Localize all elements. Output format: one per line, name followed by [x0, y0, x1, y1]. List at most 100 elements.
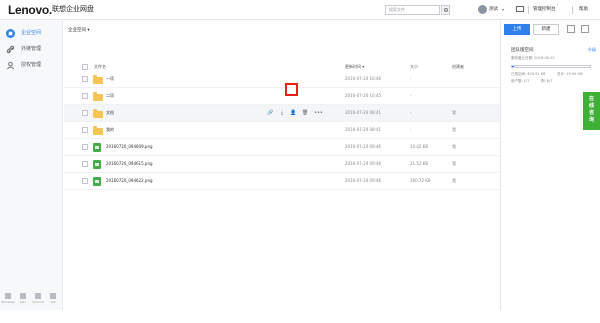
file-date: 2016-07-20 16:46 — [345, 76, 382, 81]
sidebar-item-enterprise-space[interactable]: 企业空间 — [0, 27, 63, 41]
file-size: - — [410, 76, 412, 81]
row-checkbox[interactable] — [82, 178, 88, 184]
right-panel: 上传 新建 团队版空间 升级 服务截止日期: 2016-09-20 已用空间: … — [500, 21, 600, 310]
file-name[interactable]: 我的 — [106, 127, 114, 133]
table-row[interactable]: 20160720_094615.png 2016-07-20 09:46 21.52… — [64, 156, 500, 173]
folder-icon — [93, 109, 103, 118]
sidebar-item-link-management[interactable]: 外链管理 — [0, 43, 63, 57]
upgrade-link[interactable]: 升级 — [588, 47, 596, 53]
delete-icon[interactable]: 🗑 — [302, 110, 308, 116]
file-name[interactable]: 文档 — [106, 110, 114, 116]
authorize-icon[interactable]: 👤 — [290, 110, 296, 116]
top-header: Lenovo. 联想企业网盘 搜索文件 测试 ▾ 管理控制台 帮助 — [0, 0, 600, 20]
row-checkbox[interactable] — [82, 110, 88, 116]
file-list-panel: 企业空间 ▾ 文件名 更新时间 ▾ 大小 创建者 一项 2016-07-20 16… — [64, 21, 500, 310]
space-title: 团队版空间 — [511, 48, 534, 53]
total-space: 总计: 19.90 GB — [557, 72, 583, 76]
user-count: 用户数: 1/7 — [511, 79, 530, 83]
table-row[interactable]: 20160720_094622.png 2016-07-20 09:46 260.7… — [64, 173, 500, 190]
mail-icon[interactable] — [516, 6, 524, 12]
folder-icon — [93, 126, 103, 135]
avatar[interactable] — [478, 5, 487, 14]
table-row[interactable]: 二项 2016-07-20 16:45 - — [64, 88, 500, 105]
file-size: - — [410, 127, 412, 132]
upload-button[interactable]: 上传 — [504, 24, 530, 35]
sidebar: 企业空间 外链管理 授权管理 Windows Mac Android iOS — [0, 21, 63, 310]
divider — [572, 6, 573, 14]
grid-view-icon[interactable] — [567, 25, 575, 33]
table-row[interactable]: 我的 2016-07-20 08:41 - 我 — [64, 122, 500, 139]
sidebar-item-label: 外链管理 — [21, 46, 42, 52]
file-name[interactable]: 一项 — [106, 76, 114, 82]
file-creator: 我 — [452, 144, 456, 149]
table-row[interactable]: 文档 🔗 ⤓ 👤 🗑 ••• 2016-07-20 08:41 - 我 — [64, 105, 500, 122]
search-button[interactable] — [441, 5, 450, 15]
row-checkbox[interactable] — [82, 144, 88, 150]
online-consult-button[interactable]: 在线咨询 — [583, 92, 600, 130]
building-icon — [6, 29, 15, 38]
client-downloads: Windows Mac Android iOS — [0, 293, 63, 323]
file-date: 2016-07-20 09:46 — [345, 144, 382, 149]
image-file-icon — [93, 143, 101, 152]
row-checkbox[interactable] — [82, 161, 88, 167]
row-checkbox[interactable] — [82, 76, 88, 82]
column-creator[interactable]: 创建者 — [452, 64, 464, 70]
windows-client[interactable]: Windows — [1, 293, 15, 304]
android-client[interactable]: Android — [31, 293, 45, 304]
file-size: 260.72 KB — [410, 178, 431, 183]
sidebar-item-label: 授权管理 — [21, 62, 42, 68]
search-input[interactable]: 搜索文件 — [385, 5, 440, 15]
column-name[interactable]: 文件名 — [82, 64, 106, 70]
mac-client[interactable]: Mac — [16, 293, 30, 304]
ios-client[interactable]: iOS — [46, 293, 60, 304]
download-icon[interactable]: ⤓ — [279, 110, 285, 116]
product-name: 联想企业网盘 — [52, 5, 94, 13]
lenovo-logo[interactable]: Lenovo. — [8, 3, 52, 17]
file-creator: 我 — [452, 110, 456, 115]
file-creator: 我 — [452, 161, 456, 166]
sidebar-item-auth-management[interactable]: 授权管理 — [0, 59, 63, 73]
file-creator: 我 — [452, 178, 456, 183]
divider — [528, 6, 529, 14]
file-date: 2016-07-20 08:41 — [345, 110, 382, 115]
android-icon — [35, 293, 41, 299]
table-row[interactable]: 20160720_094609.png 2016-07-20 09:46 10.42… — [64, 139, 500, 156]
file-name[interactable]: 20160720_094615.png — [106, 161, 153, 166]
row-checkbox[interactable] — [82, 93, 88, 99]
image-file-icon — [93, 177, 101, 186]
remaining-users: 剩: 6/7 — [541, 79, 553, 83]
share-icon[interactable]: 🔗 — [267, 110, 273, 116]
ios-icon — [50, 293, 56, 299]
new-button[interactable]: 新建 — [533, 24, 559, 35]
image-file-icon — [93, 160, 101, 169]
sidebar-item-label: 企业空间 — [21, 30, 42, 36]
file-name[interactable]: 20160720_094609.png — [106, 144, 153, 149]
authorize-action-highlight — [285, 83, 298, 96]
more-icon[interactable]: ••• — [314, 110, 323, 116]
file-date: 2016-07-20 09:46 — [345, 178, 382, 183]
file-size: - — [410, 93, 412, 98]
list-view-icon[interactable] — [581, 25, 589, 33]
storage-usage-bar — [511, 65, 591, 68]
file-name[interactable]: 20160720_094622.png — [106, 178, 153, 183]
file-name[interactable]: 二项 — [106, 93, 114, 99]
file-date: 2016-07-20 09:46 — [345, 161, 382, 166]
column-size[interactable]: 大小 — [410, 64, 418, 70]
file-size: 10.42 KB — [410, 144, 429, 149]
chevron-down-icon[interactable]: ▾ — [502, 5, 504, 15]
user-name[interactable]: 测试 — [489, 5, 498, 15]
table-row[interactable]: 一项 2016-07-20 16:46 - — [64, 71, 500, 88]
link-icon — [6, 45, 15, 54]
breadcrumb[interactable]: 企业空间 ▾ — [68, 27, 90, 33]
file-size: - — [410, 110, 412, 115]
windows-icon — [5, 293, 11, 299]
folder-icon — [93, 75, 103, 84]
admin-console-link[interactable]: 管理控制台 — [533, 5, 556, 15]
row-checkbox[interactable] — [82, 127, 88, 133]
auth-icon — [6, 61, 15, 70]
file-date: 2016-07-20 08:41 — [345, 127, 382, 132]
used-space: 已用空间: 400.51 KB — [511, 72, 546, 76]
column-date[interactable]: 更新时间 ▾ — [345, 64, 364, 70]
file-size: 21.52 KB — [410, 161, 429, 166]
help-link[interactable]: 帮助 — [579, 5, 588, 15]
